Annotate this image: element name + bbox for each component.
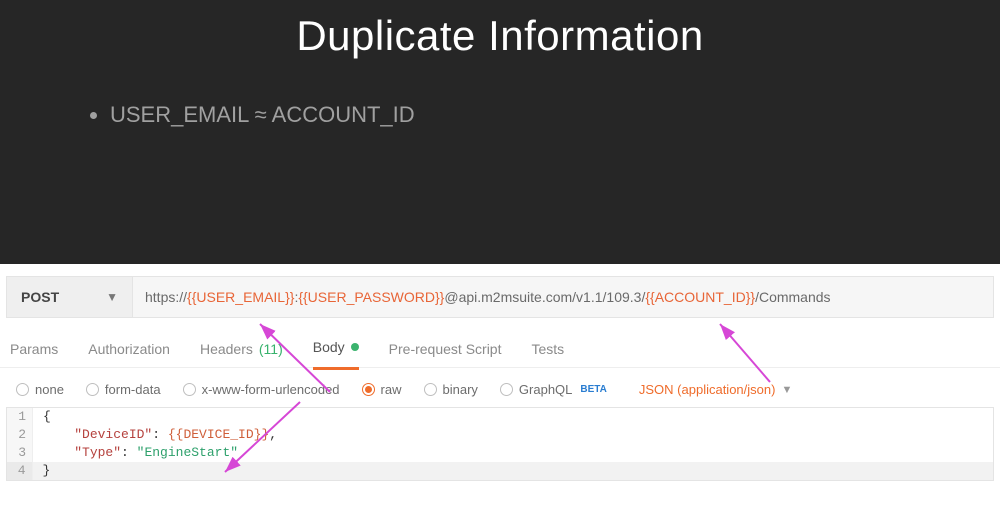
content-type-value: JSON (application/json) [639, 382, 776, 397]
json-key: "DeviceID" [74, 427, 152, 442]
json-sep: : [152, 427, 168, 442]
tab-headers-count: (11) [259, 341, 283, 357]
json-key: "Type" [74, 445, 121, 460]
url-var-account-id: {{ACCOUNT_ID}} [645, 289, 755, 305]
radio-binary[interactable]: binary [424, 382, 478, 397]
radio-raw[interactable]: raw [362, 382, 402, 397]
radio-label: x-www-form-urlencoded [202, 382, 340, 397]
radio-label: GraphQL [519, 382, 572, 397]
editor-line: { [33, 408, 51, 426]
body-type-options: none form-data x-www-form-urlencoded raw… [0, 368, 1000, 407]
http-method-value: POST [21, 289, 59, 305]
content-type-dropdown[interactable]: JSON (application/json) ▼ [639, 382, 792, 397]
tab-tests[interactable]: Tests [531, 341, 564, 369]
tab-body-indicator-icon [351, 343, 359, 351]
url-text: @api.m2msuite.com/v1.1/109.3/ [444, 289, 645, 305]
line-number: 1 [7, 408, 33, 426]
tab-prerequest[interactable]: Pre-request Script [389, 341, 502, 369]
editor-line: "Type": "EngineStart" [33, 444, 238, 462]
chevron-down-icon: ▼ [106, 290, 118, 304]
radio-label: binary [443, 382, 478, 397]
radio-icon [362, 383, 375, 396]
radio-label: raw [381, 382, 402, 397]
slide-title: Duplicate Information [0, 12, 1000, 60]
chevron-down-icon: ▼ [781, 384, 792, 396]
http-method-dropdown[interactable]: POST ▼ [7, 277, 133, 317]
slide-bullet-1: USER_EMAIL ≈ ACCOUNT_ID [110, 102, 1000, 128]
radio-icon [424, 383, 437, 396]
url-var-user-email: {{USER_EMAIL}} [187, 289, 294, 305]
radio-icon [86, 383, 99, 396]
tab-headers-label: Headers [200, 341, 253, 357]
json-string: "EngineStart" [137, 445, 238, 460]
editor-line: "DeviceID": {{DEVICE_ID}}, [33, 426, 277, 444]
tab-body-label: Body [313, 339, 345, 355]
slide-dark-area: Duplicate Information USER_EMAIL ≈ ACCOU… [0, 0, 1000, 264]
request-tabs: Params Authorization Headers (11) Body P… [0, 318, 1000, 368]
beta-badge: BETA [580, 384, 606, 395]
body-editor[interactable]: 1 { 2 "DeviceID": {{DEVICE_ID}}, 3 "Type… [6, 407, 994, 481]
url-var-user-password: {{USER_PASSWORD}} [298, 289, 444, 305]
postman-panel: POST ▼ https://{{USER_EMAIL}}:{{USER_PAS… [0, 272, 1000, 522]
radio-label: form-data [105, 382, 161, 397]
line-number: 2 [7, 426, 33, 444]
request-url-input[interactable]: https://{{USER_EMAIL}}:{{USER_PASSWORD}}… [133, 289, 993, 305]
radio-none[interactable]: none [16, 382, 64, 397]
json-sep: , [269, 427, 277, 442]
tab-params[interactable]: Params [10, 341, 58, 369]
radio-label: none [35, 382, 64, 397]
json-variable: {{DEVICE_ID}} [168, 427, 269, 442]
url-text: https:// [145, 289, 187, 305]
radio-form-data[interactable]: form-data [86, 382, 161, 397]
editor-line: } [33, 462, 994, 480]
tab-authorization[interactable]: Authorization [88, 341, 170, 369]
request-bar: POST ▼ https://{{USER_EMAIL}}:{{USER_PAS… [6, 276, 994, 318]
line-number: 4 [7, 462, 33, 480]
radio-icon [183, 383, 196, 396]
radio-icon [16, 383, 29, 396]
tab-body[interactable]: Body [313, 339, 359, 370]
radio-graphql[interactable]: GraphQL BETA [500, 382, 607, 397]
json-sep: : [121, 445, 137, 460]
slide-bullets: USER_EMAIL ≈ ACCOUNT_ID [110, 102, 1000, 128]
radio-xwww[interactable]: x-www-form-urlencoded [183, 382, 340, 397]
url-text: /Commands [755, 289, 830, 305]
line-number: 3 [7, 444, 33, 462]
radio-icon [500, 383, 513, 396]
tab-headers[interactable]: Headers (11) [200, 341, 283, 369]
